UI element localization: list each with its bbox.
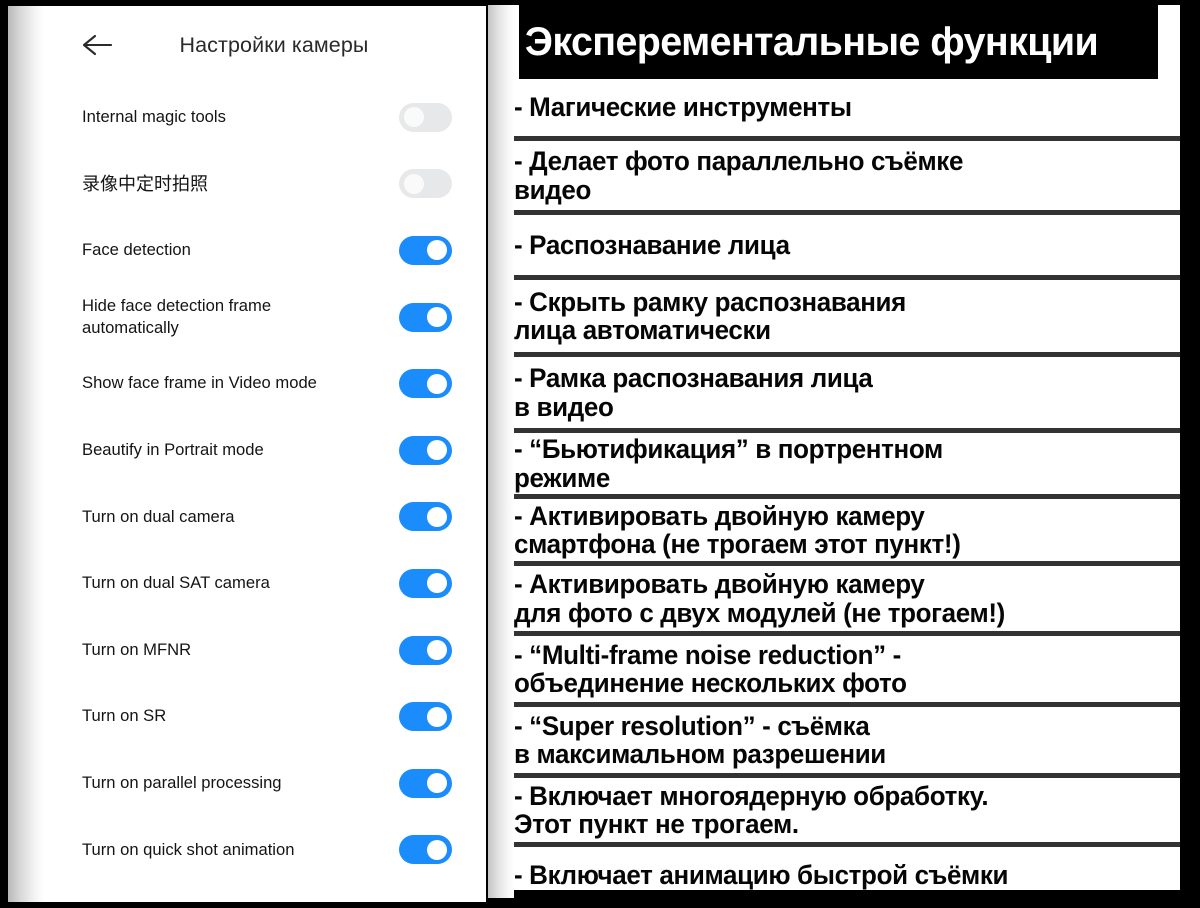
camera-settings-panel: Настройки камеры Internal magic tools 录像… — [8, 6, 486, 902]
annotation-note-text: - Магические инструменты — [514, 92, 852, 123]
setting-label: Face detection — [82, 240, 191, 260]
setting-row[interactable]: Turn on dual SAT camera — [44, 550, 486, 617]
toggle-knob — [427, 839, 447, 860]
toggle-switch[interactable] — [399, 635, 452, 665]
toggle-switch[interactable] — [399, 369, 452, 399]
setting-label: Turn on parallel processing — [82, 773, 282, 793]
annotation-note-text: - Включает многоядерную обработку. Этот … — [514, 780, 989, 839]
setting-row[interactable]: Beautify in Portrait mode — [44, 417, 486, 484]
panel-edge-shading — [8, 6, 44, 902]
annotation-note-text: - “Multi-frame noise reduction” - объеди… — [514, 639, 907, 698]
setting-row[interactable]: Turn on SR — [44, 683, 486, 750]
toggle-knob — [404, 107, 424, 128]
annotation-bottom-bar — [488, 890, 1180, 898]
setting-label: Internal magic tools — [82, 107, 226, 127]
annotation-note-text: - “Бьютификация” в портрентном режиме — [514, 434, 943, 493]
annotation-note: - Включает многоядерную обработку. Этот … — [488, 778, 1180, 842]
annotation-banner: Эксперементальные функции — [519, 5, 1158, 79]
annotation-note: - Делает фото параллельно съёмке видео — [488, 141, 1180, 210]
camera-settings-content: Настройки камеры Internal magic tools 录像… — [44, 6, 486, 902]
annotation-note: - “Бьютификация” в портрентном режиме — [488, 433, 1180, 494]
setting-label: Show face frame in Video mode — [82, 373, 317, 393]
annotation-note-text: - Скрыть рамку распознавания лица автома… — [514, 286, 906, 345]
toggle-switch[interactable] — [399, 235, 452, 265]
settings-header: Настройки камеры — [44, 6, 486, 84]
annotation-note: - Распознавание лица — [488, 215, 1180, 275]
toggle-knob — [427, 240, 447, 261]
toggle-knob — [427, 307, 447, 328]
page-title: Настройки камеры — [179, 32, 369, 57]
setting-row[interactable]: Turn on MFNR — [44, 617, 486, 684]
setting-row[interactable]: Show face frame in Video mode — [44, 350, 486, 417]
toggle-switch[interactable] — [399, 568, 452, 598]
annotation-notes-list: - Магические инструменты - Делает фото п… — [488, 79, 1180, 898]
setting-row[interactable]: 录像中定时拍照 — [44, 151, 486, 218]
setting-row[interactable]: Internal magic tools — [44, 84, 486, 151]
annotation-note: - “Multi-frame noise reduction” - объеди… — [488, 636, 1180, 702]
toggle-knob — [427, 373, 447, 394]
toggle-switch[interactable] — [399, 435, 452, 465]
screenshot-canvas: Настройки камеры Internal magic tools 录像… — [0, 0, 1200, 908]
toggle-knob — [427, 640, 447, 661]
annotation-note: - “Super resolution” - съёмка в максимал… — [488, 707, 1180, 773]
toggle-switch[interactable] — [399, 768, 452, 798]
setting-row-partial[interactable] — [44, 883, 486, 902]
toggle-switch[interactable] — [399, 302, 452, 332]
setting-label: Beautify in Portrait mode — [82, 440, 264, 460]
annotation-note-text: - Активировать двойную камеру смартфона … — [514, 500, 961, 559]
setting-row[interactable]: Turn on parallel processing — [44, 750, 486, 817]
setting-row[interactable]: Turn on dual camera — [44, 484, 486, 551]
annotation-note: - Рамка распознавания лица в видео — [488, 357, 1180, 428]
toggle-switch[interactable] — [399, 102, 452, 132]
setting-label: Turn on quick shot animation — [82, 839, 295, 859]
toggle-knob — [427, 440, 447, 461]
setting-row[interactable]: Hide face detection frame automatically — [44, 284, 486, 351]
toggle-knob — [427, 706, 447, 727]
setting-label: Turn on dual SAT camera — [82, 573, 270, 593]
toggle-knob — [427, 773, 447, 794]
toggle-switch[interactable] — [399, 835, 452, 865]
annotation-banner-title: Эксперементальные функции — [524, 19, 1099, 64]
setting-label: Turn on SR — [82, 706, 167, 726]
toggle-knob — [427, 573, 447, 594]
annotation-note-text: - Рамка распознавания лица в видео — [514, 363, 873, 422]
toggle-switch[interactable] — [399, 502, 452, 532]
setting-label: Turn on MFNR — [82, 639, 192, 659]
settings-list: Internal magic tools 录像中定时拍照 Face detect… — [44, 84, 486, 902]
setting-label: 录像中定时拍照 — [82, 173, 208, 194]
annotation-note: - Скрыть рамку распознавания лица автома… — [488, 280, 1180, 352]
toggle-knob — [427, 506, 447, 527]
annotation-note: - Магические инструменты — [488, 79, 1180, 136]
toggle-knob — [404, 173, 424, 194]
toggle-switch[interactable] — [399, 169, 452, 199]
setting-label: Hide face detection frame automatically — [82, 295, 272, 338]
setting-row[interactable]: Turn on quick shot animation — [44, 817, 486, 884]
annotation-note: - Активировать двойную камеру для фото с… — [488, 566, 1180, 631]
annotation-note: - Активировать двойную камеру смартфона … — [488, 499, 1180, 561]
annotation-panel: Эксперементальные функции - Магические и… — [488, 5, 1180, 898]
annotation-note-text: - “Super resolution” - съёмка в максимал… — [514, 710, 886, 769]
annotation-note-text: - Распознавание лица — [514, 229, 790, 260]
annotation-note-text: - Делает фото параллельно съёмке видео — [514, 146, 964, 205]
setting-label: Turn on dual camera — [82, 506, 235, 526]
toggle-switch[interactable] — [399, 702, 452, 732]
annotation-note-text: - Включает анимацию быстрой съёмки — [514, 859, 1009, 890]
annotation-note-text: - Активировать двойную камеру для фото с… — [514, 569, 1005, 628]
setting-row[interactable]: Face detection — [44, 217, 486, 284]
